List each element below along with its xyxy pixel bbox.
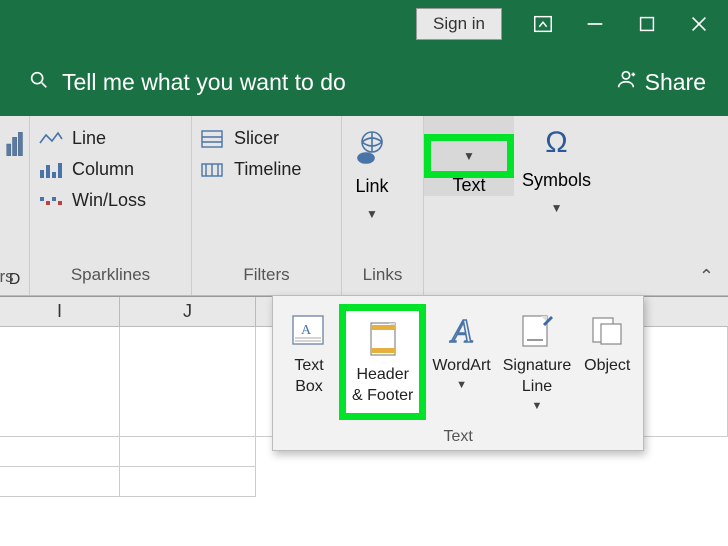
text-chevron-icon[interactable]: ▼ bbox=[463, 149, 475, 163]
sparkline-column-button[interactable]: Column bbox=[38, 159, 146, 180]
object-icon bbox=[583, 308, 631, 352]
column-header-I[interactable]: I bbox=[0, 297, 120, 326]
sparkline-winloss-label: Win/Loss bbox=[72, 190, 146, 211]
share-button[interactable]: Share bbox=[615, 68, 706, 96]
group-sparklines-label: Sparklines bbox=[38, 261, 183, 289]
minimize-icon[interactable] bbox=[584, 13, 606, 35]
symbols-label: Symbols bbox=[522, 170, 591, 191]
svg-text:A: A bbox=[301, 323, 312, 338]
link-label: Link bbox=[355, 176, 388, 197]
wordart-button[interactable]: A WordArt ▼ bbox=[426, 304, 496, 395]
signature-line-button[interactable]: Signature Line ▼ bbox=[497, 304, 578, 416]
tellme-placeholder: Tell me what you want to do bbox=[62, 69, 346, 96]
ribbon-display-options-icon[interactable] bbox=[532, 13, 554, 35]
signature-line-icon bbox=[513, 308, 561, 352]
collapse-ribbon-icon[interactable]: ⌃ bbox=[699, 266, 714, 287]
group-text: A Text ▼ bbox=[424, 116, 514, 295]
text-dropdown[interactable]: A Text ▼ bbox=[424, 116, 514, 196]
symbols-dropdown[interactable]: Ω Symbols ▼ bbox=[522, 122, 591, 289]
slicer-button[interactable]: Slicer bbox=[200, 128, 301, 149]
sparkline-column-label: Column bbox=[72, 159, 134, 180]
slicer-label: Slicer bbox=[234, 128, 279, 149]
partial-right-label: urs bbox=[0, 267, 14, 287]
ribbon: D Line Column Win/Loss Sparklines bbox=[0, 116, 728, 296]
wordart-label: WordArt bbox=[432, 356, 490, 377]
header-footer-button[interactable]: Header & Footer bbox=[339, 304, 426, 420]
sparkline-winloss-button[interactable]: Win/Loss bbox=[38, 190, 146, 211]
signature-line-label: Signature Line bbox=[503, 356, 572, 398]
svg-text:A: A bbox=[449, 313, 472, 350]
header-footer-icon bbox=[359, 317, 407, 361]
group-symbols: Ω Symbols ▼ bbox=[514, 116, 614, 295]
object-label: Object bbox=[584, 356, 630, 377]
textbox-icon: A bbox=[285, 308, 333, 352]
wordart-chevron-icon[interactable]: ▼ bbox=[456, 379, 467, 391]
column-header-J[interactable]: J bbox=[120, 297, 256, 326]
omega-icon: Ω bbox=[545, 126, 567, 160]
signin-button[interactable]: Sign in bbox=[416, 8, 502, 40]
tellme-input[interactable]: Tell me what you want to do bbox=[28, 69, 346, 96]
group-filters-label: Filters bbox=[200, 261, 333, 289]
group-sparklines: Line Column Win/Loss Sparklines bbox=[30, 116, 192, 295]
group-links: Link ▼ Links bbox=[342, 116, 424, 295]
wordart-icon: A bbox=[438, 308, 486, 352]
sparkline-line-label: Line bbox=[72, 128, 106, 149]
sparkline-line-button[interactable]: Line bbox=[38, 128, 146, 149]
group-filters: Slicer Timeline Filters bbox=[192, 116, 342, 295]
share-label: Share bbox=[645, 69, 706, 96]
text-chevron-highlight: ▼ bbox=[424, 134, 514, 178]
timeline-button[interactable]: Timeline bbox=[200, 159, 301, 180]
maximize-icon[interactable] bbox=[636, 13, 658, 35]
text-label: Text bbox=[452, 175, 485, 196]
symbols-chevron-icon[interactable]: ▼ bbox=[551, 201, 563, 215]
tellme-bar: Tell me what you want to do Share bbox=[0, 48, 728, 116]
header-footer-label: Header & Footer bbox=[352, 365, 413, 407]
textbox-button[interactable]: A Text Box bbox=[279, 304, 339, 402]
timeline-label: Timeline bbox=[234, 159, 301, 180]
close-icon[interactable] bbox=[688, 13, 710, 35]
textbox-label: Text Box bbox=[294, 356, 323, 398]
object-button[interactable]: Object bbox=[577, 304, 637, 381]
signature-chevron-icon[interactable]: ▼ bbox=[532, 400, 543, 412]
link-chevron-icon[interactable]: ▼ bbox=[366, 207, 378, 221]
link-icon[interactable] bbox=[350, 126, 394, 170]
group-links-label: Links bbox=[350, 261, 415, 289]
column-3d-icon[interactable] bbox=[5, 126, 25, 167]
search-icon bbox=[28, 69, 50, 96]
popup-group-label: Text bbox=[279, 428, 637, 446]
titlebar: Sign in bbox=[0, 0, 728, 48]
text-dropdown-popup: A Text Box Header & Footer A WordArt ▼ S… bbox=[272, 295, 644, 451]
share-icon bbox=[615, 68, 637, 96]
